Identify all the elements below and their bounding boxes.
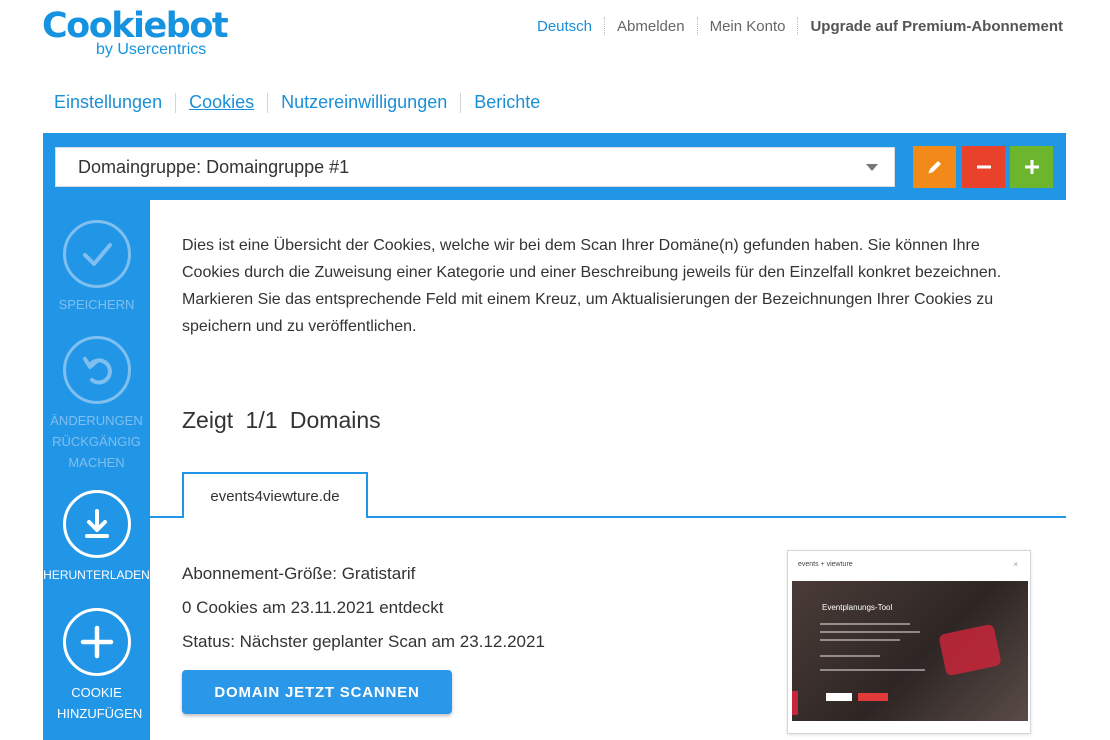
- main-navigation: Einstellungen Cookies Nutzereinwilligung…: [54, 92, 540, 113]
- text-line: [820, 669, 925, 671]
- thumbnail-hero-title: Eventplanungs-Tool: [822, 603, 893, 612]
- pencil-icon: [928, 161, 941, 174]
- hero-button: [826, 693, 852, 701]
- tab-domain[interactable]: events4viewture.de: [182, 472, 368, 518]
- tab-cookies[interactable]: Cookies: [189, 92, 254, 113]
- text-line: [820, 631, 920, 633]
- save-label: SPEICHERN: [58, 297, 135, 312]
- download-button[interactable]: HERUNTERLADEN: [43, 490, 150, 586]
- text-line: [820, 655, 880, 657]
- tab-settings[interactable]: Einstellungen: [54, 92, 162, 113]
- content-panel: Dies ist eine Übersicht der Cookies, wel…: [150, 200, 1066, 740]
- scan-status: Status: Nächster geplanter Scan am 23.12…: [182, 632, 545, 651]
- domains-count: Zeigt 1/1 Domains: [182, 407, 381, 433]
- cookies-found: 0 Cookies am 23.11.2021 entdeckt: [182, 598, 444, 617]
- domain-info: Abonnement-Größe: Gratistarif 0 Cookies …: [182, 557, 545, 659]
- text-line: [820, 623, 910, 625]
- separator: [460, 92, 462, 113]
- logout-link[interactable]: Abmelden: [605, 18, 697, 35]
- logo-subtitle: by Usercentrics: [96, 41, 207, 58]
- thumbnail-site-logo: events + viewture: [798, 561, 853, 568]
- separator: [267, 92, 269, 113]
- hero-button: [858, 693, 888, 701]
- plus-icon: [1024, 160, 1039, 174]
- undo-label: ÄNDERUNGEN RÜCKGÄNGIG MACHEN: [50, 413, 143, 470]
- delete-domain-group-button[interactable]: [962, 146, 1005, 188]
- add-cookie-button[interactable]: COOKIE HINZUFÜGEN: [43, 608, 150, 724]
- social-icons: [792, 691, 798, 715]
- hero-graphic: [938, 623, 1002, 677]
- edit-domain-group-button[interactable]: [913, 146, 956, 188]
- checkmark-icon: [62, 220, 131, 288]
- undo-changes-button[interactable]: ÄNDERUNGEN RÜCKGÄNGIG MACHEN: [43, 336, 150, 473]
- save-button[interactable]: SPEICHERN: [43, 220, 150, 315]
- thumbnail-hero: Eventplanungs-Tool: [792, 581, 1028, 721]
- upgrade-link[interactable]: Upgrade auf Premium-Abonnement: [798, 18, 1063, 35]
- chevron-down-icon: [866, 163, 878, 171]
- domain-group-value: Domaingruppe: Domaingruppe #1: [78, 156, 350, 177]
- tab-user-consents[interactable]: Nutzereinwilligungen: [281, 92, 447, 113]
- subscription-size: Abonnement-Größe: Gratistarif: [182, 564, 416, 583]
- add-domain-group-button[interactable]: [1010, 146, 1053, 188]
- scan-domain-button[interactable]: DOMAIN JETZT SCANNEN: [182, 670, 452, 714]
- add-circle-icon: [62, 608, 131, 676]
- domain-group-select[interactable]: Domaingruppe: Domaingruppe #1: [55, 147, 895, 187]
- download-icon: [62, 490, 131, 558]
- logo-wordmark: Cookiebot: [42, 6, 229, 46]
- download-label: HERUNTERLADEN: [43, 568, 150, 582]
- language-link[interactable]: Deutsch: [525, 18, 604, 35]
- website-thumbnail: events + viewture × Eventplanungs-Tool: [787, 550, 1031, 734]
- cookie-manager-frame: Domaingruppe: Domaingruppe #1 SPEICHERN: [43, 133, 1066, 740]
- close-icon: ×: [1013, 560, 1018, 569]
- top-navigation: Deutsch Abmelden Mein Konto Upgrade auf …: [525, 17, 1063, 35]
- account-link[interactable]: Mein Konto: [698, 18, 798, 35]
- thumbnail-header: events + viewture ×: [788, 551, 1030, 581]
- add-cookie-label: COOKIE HINZUFÜGEN: [57, 685, 143, 721]
- undo-icon: [62, 336, 131, 404]
- intro-text: Dies ist eine Übersicht der Cookies, wel…: [182, 237, 1002, 335]
- tab-reports[interactable]: Berichte: [474, 92, 540, 113]
- minus-icon: [976, 165, 991, 169]
- text-line: [820, 639, 900, 641]
- cookiebot-logo[interactable]: Cookiebot by Usercentrics: [42, 6, 229, 60]
- separator: [175, 92, 177, 113]
